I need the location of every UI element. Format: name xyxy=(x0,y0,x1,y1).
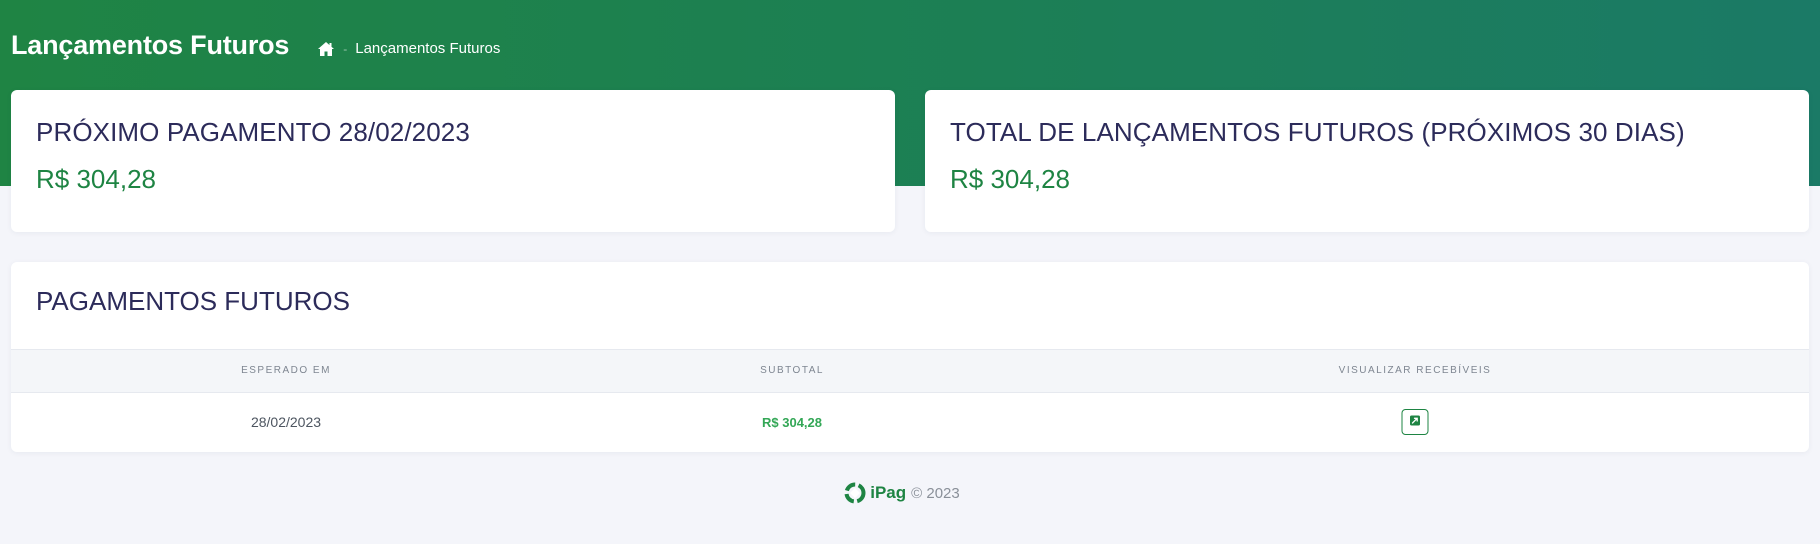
future-payments-card: PAGAMENTOS FUTUROS ESPERADO EM SUBTOTAL … xyxy=(11,262,1809,452)
next-payment-value: R$ 304,28 xyxy=(36,164,156,194)
column-header-expected-on: ESPERADO EM xyxy=(241,365,331,376)
page-header: Lançamentos Futuros - Lançamentos Futuro… xyxy=(11,30,500,61)
next-payment-label: PRÓXIMO PAGAMENTO 28/02/2023 xyxy=(36,117,470,147)
future-payments-title: PAGAMENTOS FUTUROS xyxy=(36,286,350,316)
view-receivables-button[interactable] xyxy=(1401,409,1429,435)
breadcrumb-separator: - xyxy=(343,41,348,56)
total-future-card: TOTAL DE LANÇAMENTOS FUTUROS (PRÓXIMOS 3… xyxy=(925,90,1809,232)
column-header-view-receivables: VISUALIZAR RECEBÍVEIS xyxy=(1338,365,1492,376)
footer: iPag © 2023 xyxy=(0,480,1820,506)
table-header: ESPERADO EM SUBTOTAL VISUALIZAR RECEBÍVE… xyxy=(11,349,1809,393)
ipag-logo-text: iPag xyxy=(870,483,907,502)
breadcrumb: - Lançamentos Futuros xyxy=(317,40,500,57)
expected-on-cell: 28/02/2023 xyxy=(250,414,322,430)
column-header-subtotal: SUBTOTAL xyxy=(760,365,824,376)
ipag-logo-icon xyxy=(842,480,868,506)
total-future-label: TOTAL DE LANÇAMENTOS FUTUROS (PRÓXIMOS 3… xyxy=(950,117,1685,147)
external-link-icon xyxy=(1410,413,1421,431)
page-title: Lançamentos Futuros xyxy=(11,30,290,60)
next-payment-card: PRÓXIMO PAGAMENTO 28/02/2023 R$ 304,28 xyxy=(11,90,895,232)
home-icon[interactable] xyxy=(317,41,335,57)
breadcrumb-current: Lançamentos Futuros xyxy=(355,40,501,57)
subtotal-cell: R$ 304,28 xyxy=(762,415,822,430)
table-row: 28/02/2023 R$ 304,28 xyxy=(11,393,1809,452)
total-future-value: R$ 304,28 xyxy=(950,164,1070,194)
copyright: © 2023 xyxy=(911,484,960,502)
